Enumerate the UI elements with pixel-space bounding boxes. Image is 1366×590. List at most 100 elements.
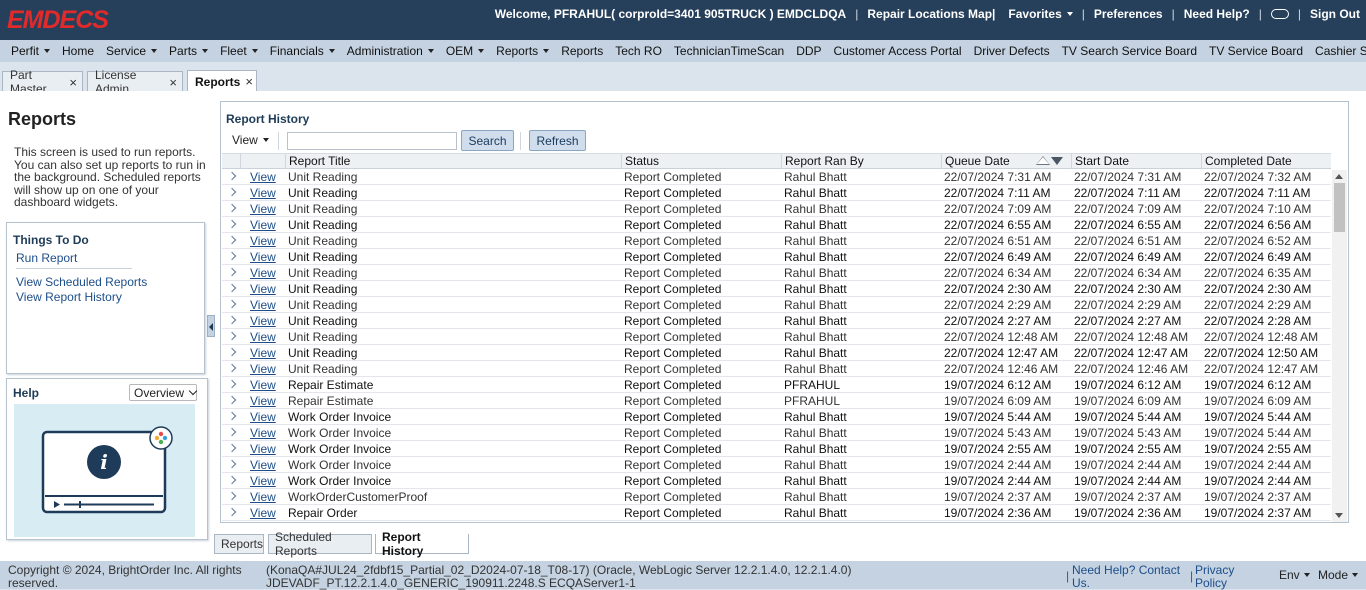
table-row[interactable]: View Unit Reading Report Completed Rahul Bh… [222,345,1331,361]
table-row[interactable]: View Unit Reading Report Completed Rahul Bh… [222,169,1331,185]
scrollbar-thumb[interactable] [1334,183,1345,232]
table-row[interactable]: View Unit Reading Report Completed Rahul Bh… [222,281,1331,297]
expand-row-icon[interactable] [227,443,237,453]
expand-row-icon[interactable] [227,187,237,197]
cell-view-link[interactable]: View [247,281,276,297]
menu-item[interactable]: Reports [561,44,603,58]
table-row[interactable]: View WorkOrderCustomerProof Report Complet… [222,489,1331,505]
preferences-link[interactable]: Preferences [1094,7,1163,21]
table-row[interactable]: View Unit Reading Report Completed Rahul Bh… [222,313,1331,329]
mode-menu[interactable]: Mode [1318,568,1359,582]
menu-item[interactable]: Parts [169,44,209,58]
help-video-illustration[interactable]: i [14,404,195,537]
expand-row-icon[interactable] [227,507,237,517]
cell-view-link[interactable]: View [247,169,276,185]
table-row[interactable]: View Work Order Invoice Report Completed Ra… [222,425,1331,441]
cell-view-link[interactable]: View [247,457,276,473]
cell-view-link[interactable]: View [247,361,276,377]
expand-row-icon[interactable] [227,219,237,229]
cell-view-link[interactable]: View [247,505,276,521]
table-row[interactable]: View Unit Reading Report Completed Rahul Bh… [222,297,1331,313]
subtab-reports[interactable]: Reports [214,534,264,554]
table-row[interactable]: View Work Order Invoice Report Completed Ra… [222,473,1331,489]
table-row[interactable]: View Unit Reading Report Completed Rahul Bh… [222,265,1331,281]
table-row[interactable]: View Unit Reading Report Completed Rahul Bh… [222,185,1331,201]
cell-view-link[interactable]: View [247,217,276,233]
cell-view-link[interactable]: View [247,249,276,265]
column-header-status[interactable]: Status [621,154,781,169]
column-header-report-title[interactable]: Report Title [285,154,621,169]
expand-row-icon[interactable] [227,363,237,373]
menu-item[interactable]: Perfit [11,44,51,58]
menu-item[interactable]: Administration [347,44,434,58]
tab-license-admin[interactable]: License Admin × [87,68,183,96]
cell-view-link[interactable]: View [247,233,276,249]
expand-row-icon[interactable] [227,283,237,293]
view-scheduled-reports-link[interactable]: View Scheduled Reports [16,275,147,289]
table-row[interactable]: View Work Order Invoice Report Completed Ra… [222,441,1331,457]
run-report-link[interactable]: Run Report [16,251,77,265]
menu-item[interactable]: Reports [496,44,550,58]
privacy-policy-link[interactable]: Privacy Policy [1195,564,1245,589]
menu-item[interactable]: Fleet [220,44,258,58]
menu-item[interactable]: Customer Access Portal [834,44,962,58]
expand-row-icon[interactable] [227,459,237,469]
expand-row-icon[interactable] [227,379,237,389]
table-row[interactable]: View Repair Order Report Completed Rahul Bh… [222,505,1331,521]
expand-row-icon[interactable] [227,235,237,245]
expand-row-icon[interactable] [227,475,237,485]
need-help-link[interactable]: Need Help? [1184,7,1250,21]
cell-view-link[interactable]: View [247,201,276,217]
expand-row-icon[interactable] [227,267,237,277]
cell-view-link[interactable]: View [247,425,276,441]
table-row[interactable]: View Work Order Invoice Report Completed Ra… [222,457,1331,473]
menu-item[interactable]: Home [62,44,94,58]
cell-view-link[interactable]: View [247,329,276,345]
scroll-down-icon[interactable] [1335,513,1343,518]
menu-item[interactable]: Cashier Shift [1315,44,1366,58]
column-header-completed-date[interactable]: Completed Date [1201,154,1331,169]
env-menu[interactable]: Env [1279,568,1310,582]
cell-view-link[interactable]: View [247,441,276,457]
cell-view-link[interactable]: View [247,473,276,489]
close-icon[interactable]: × [245,74,253,89]
expand-row-icon[interactable] [227,251,237,261]
expand-row-icon[interactable] [227,347,237,357]
menu-item[interactable]: Financials [270,44,335,58]
expand-row-icon[interactable] [227,203,237,213]
table-row[interactable]: View Unit Reading Report Completed Rahul Bh… [222,329,1331,345]
expand-row-icon[interactable] [227,427,237,437]
help-topic-select[interactable]: Overview [129,384,198,401]
chat-icon[interactable] [1270,9,1289,19]
cell-view-link[interactable]: View [247,393,276,409]
column-header-queue-date[interactable]: Queue Date [941,154,1071,169]
menu-item[interactable]: TechnicianTimeScan [674,44,784,58]
expand-row-icon[interactable] [227,491,237,501]
view-menu[interactable]: View [232,133,269,147]
table-row[interactable]: View Unit Reading Report Completed Rahul Bh… [222,217,1331,233]
cell-view-link[interactable]: View [247,297,276,313]
menu-item[interactable]: OEM [446,44,485,58]
menu-item[interactable]: TV Search Service Board [1062,44,1197,58]
table-row[interactable]: View Unit Reading Report Completed Rahul Bh… [222,233,1331,249]
expand-row-icon[interactable] [227,299,237,309]
column-header-ran-by[interactable]: Report Ran By [781,154,941,169]
tab-part-master[interactable]: Part Master × [2,68,83,96]
sign-out-link[interactable]: Sign Out [1310,7,1360,21]
sort-descending-icon[interactable] [1051,157,1063,165]
subtab-report-history[interactable]: Report History [375,530,469,558]
expand-row-icon[interactable] [227,331,237,341]
search-button[interactable]: Search [461,130,514,151]
repair-locations-link[interactable]: Repair Locations Map| [867,7,995,21]
cell-view-link[interactable]: View [247,265,276,281]
cell-view-link[interactable]: View [247,185,276,201]
subtab-scheduled-reports[interactable]: Scheduled Reports [268,530,372,558]
table-row[interactable]: View Unit Reading Report Completed Rahul Bh… [222,361,1331,377]
sidebar-collapse-handle[interactable] [207,315,215,337]
tab-reports[interactable]: Reports × [187,70,257,92]
menu-item[interactable]: TV Service Board [1209,44,1303,58]
close-icon[interactable]: × [169,75,177,90]
expand-row-icon[interactable] [227,315,237,325]
cell-view-link[interactable]: View [247,409,276,425]
table-scrollbar[interactable] [1332,170,1347,522]
